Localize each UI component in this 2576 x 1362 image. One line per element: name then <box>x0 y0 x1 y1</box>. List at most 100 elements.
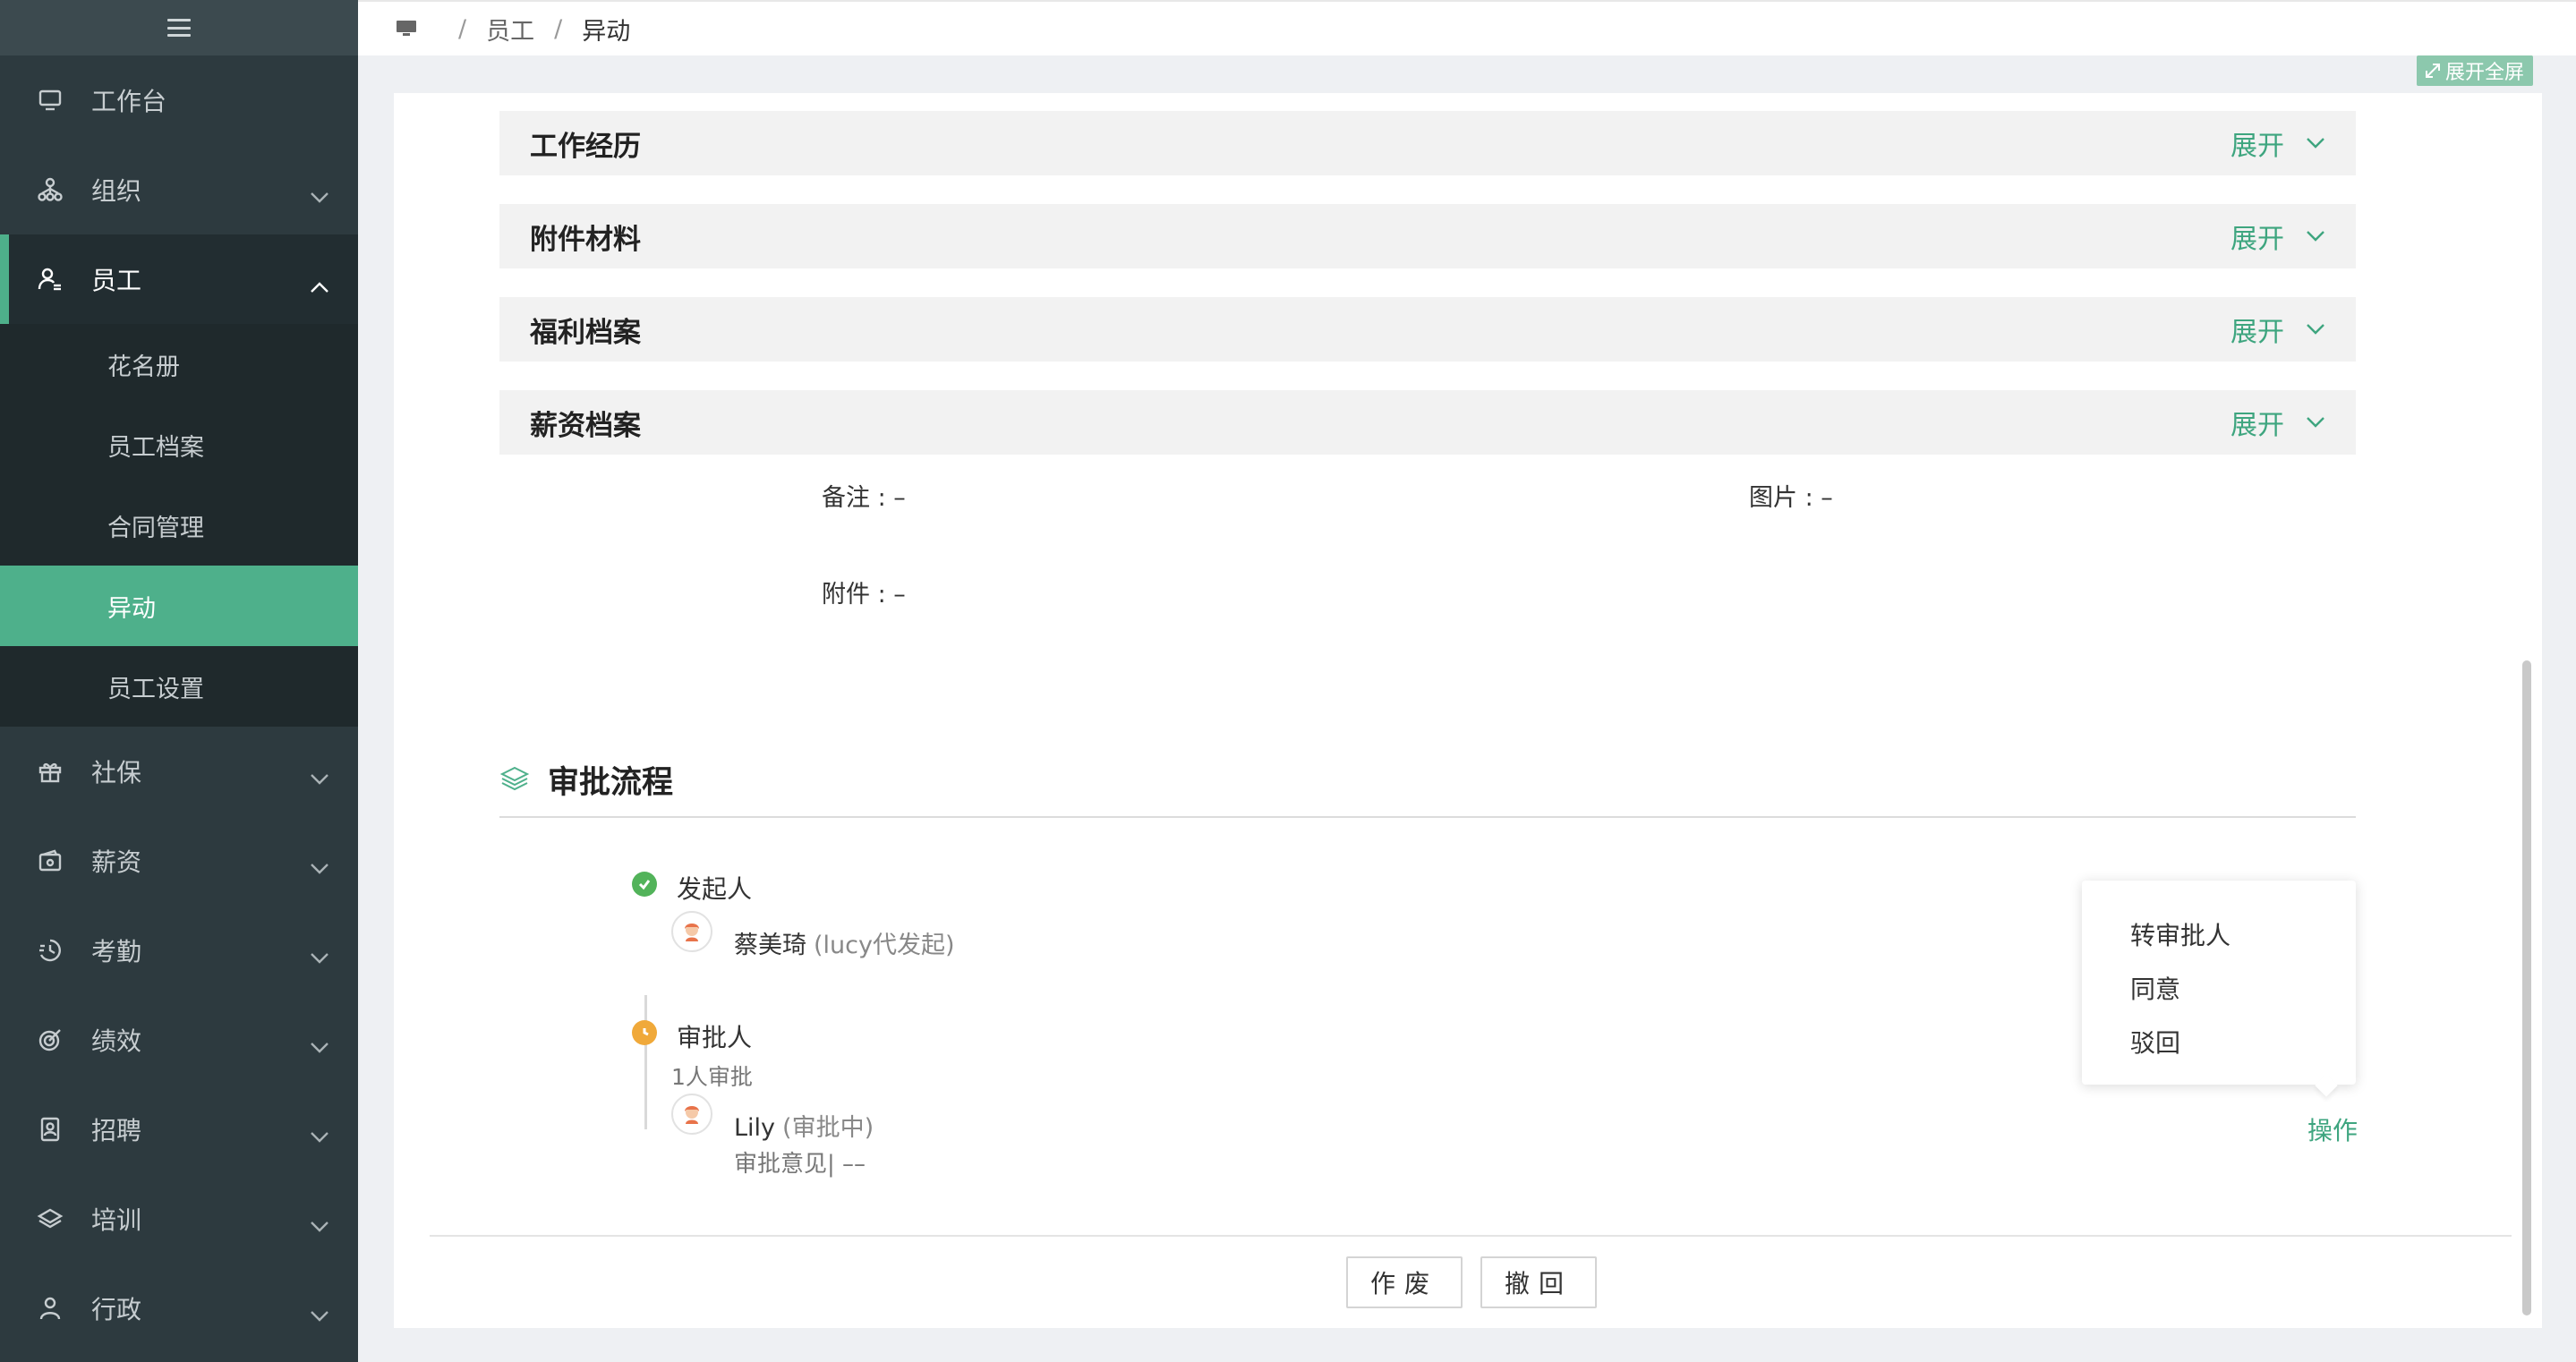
sidebar-item-label: 员工 <box>91 266 142 295</box>
clock-icon <box>632 1020 657 1045</box>
person-icon <box>36 1294 64 1323</box>
sidebar-item-label: 薪资 <box>91 847 142 877</box>
sidebar-item-social-security[interactable]: 社保 <box>0 727 358 816</box>
wallet-icon <box>36 847 64 875</box>
submenu-item-transfer[interactable]: 异动 <box>0 566 358 646</box>
sidebar-item-label: 招聘 <box>91 1116 142 1145</box>
sidebar-item-recruitment[interactable]: 招聘 <box>0 1085 358 1174</box>
sidebar-item-administration[interactable]: 行政 <box>0 1264 358 1353</box>
chevron-up-icon <box>310 270 328 293</box>
sidebar-item-label: 组织 <box>91 176 142 206</box>
chevron-down-icon <box>310 181 328 203</box>
expand-label: 展开 <box>2231 131 2284 162</box>
expand-icon <box>2426 64 2440 78</box>
void-button[interactable]: 作废 <box>1346 1256 1463 1308</box>
section-title: 工作经历 <box>530 130 641 163</box>
fullscreen-button[interactable]: 展开全屏 <box>2417 55 2534 86</box>
expand-toggle[interactable]: 展开 <box>2231 310 2325 349</box>
sidebar-item-organization[interactable]: 组织 <box>0 145 358 234</box>
approver-count: 1人审批 <box>671 1064 753 1090</box>
main-panel: 工作经历 展开 附件材料 展开 福利档案 展开 薪资档案 展开 备注 : – 图… <box>394 93 2542 1328</box>
sidebar: 工作台 组织 员工 花名册 员工档案 合同管理 异动 员工设置 社保 薪资 考勤… <box>0 0 358 1362</box>
section-work-experience[interactable]: 工作经历 展开 <box>499 111 2356 175</box>
approver-comment: 审批意见| –– <box>734 1151 866 1178</box>
approver-name-row: Lily (审批中) <box>734 1108 874 1143</box>
expand-label: 展开 <box>2231 410 2284 441</box>
chevron-down-icon <box>310 941 328 964</box>
section-title: 福利档案 <box>530 316 641 349</box>
breadcrumb: / 员工 / 异动 <box>358 0 2576 55</box>
sidebar-item-label: 行政 <box>91 1295 142 1324</box>
expand-toggle[interactable]: 展开 <box>2231 403 2325 442</box>
breadcrumb-link-employee[interactable]: 员工 <box>486 12 534 47</box>
breadcrumb-separator: / <box>458 14 467 43</box>
expand-toggle[interactable]: 展开 <box>2231 123 2325 163</box>
sidebar-item-salary[interactable]: 薪资 <box>0 816 358 906</box>
sidebar-toggle[interactable] <box>0 0 358 55</box>
initiator-label: 发起人 <box>677 874 753 904</box>
target-icon <box>36 1026 64 1054</box>
chevron-down-icon <box>2307 138 2324 149</box>
approval-flow-title: 审批流程 <box>548 765 674 801</box>
sidebar-item-workbench[interactable]: 工作台 <box>0 55 358 145</box>
submenu-item-employee-settings[interactable]: 员工设置 <box>0 646 358 727</box>
chevron-down-icon <box>310 762 328 785</box>
sidebar-item-attendance[interactable]: 考勤 <box>0 906 358 995</box>
expand-toggle[interactable]: 展开 <box>2231 217 2325 256</box>
breadcrumb-current: 异动 <box>582 17 631 46</box>
expand-label: 展开 <box>2231 224 2284 255</box>
chevron-down-icon <box>310 852 328 874</box>
computer-icon[interactable] <box>396 20 417 38</box>
section-salary[interactable]: 薪资档案 展开 <box>499 390 2356 455</box>
divider <box>430 1235 2512 1237</box>
menu-item-reject[interactable]: 驳回 <box>2082 1015 2356 1068</box>
submenu-item-contract[interactable]: 合同管理 <box>0 485 358 566</box>
section-welfare[interactable]: 福利档案 展开 <box>499 297 2356 362</box>
chevron-down-icon <box>2307 417 2324 428</box>
employee-icon <box>36 265 64 294</box>
chevron-down-icon <box>310 1299 328 1322</box>
operation-link[interactable]: 操作 <box>2307 1111 2358 1147</box>
breadcrumb-separator: / <box>554 14 563 43</box>
sidebar-item-employee[interactable]: 员工 <box>0 234 358 324</box>
section-title: 薪资档案 <box>530 409 641 442</box>
section-title: 附件材料 <box>530 223 641 256</box>
chevron-down-icon <box>310 1031 328 1053</box>
sidebar-item-performance[interactable]: 绩效 <box>0 995 358 1085</box>
avatar <box>671 911 712 952</box>
gift-icon <box>36 757 64 786</box>
menu-item-transfer-approver[interactable]: 转审批人 <box>2082 907 2356 961</box>
initiator-name-row: 蔡美琦 (lucy代发起) <box>734 925 955 960</box>
menu-item-approve[interactable]: 同意 <box>2082 961 2356 1015</box>
withdraw-button[interactable]: 撤回 <box>1480 1256 1597 1308</box>
employee-submenu: 花名册 员工档案 合同管理 异动 员工设置 <box>0 324 358 727</box>
sidebar-item-label: 工作台 <box>91 87 167 116</box>
avatar <box>671 1094 712 1135</box>
layers-icon <box>499 766 530 791</box>
approver-name: Lily <box>734 1114 776 1142</box>
approval-flow-header: 审批流程 <box>499 757 2356 818</box>
check-circle-icon <box>632 872 657 897</box>
chevron-down-icon <box>310 1210 328 1232</box>
section-attachments[interactable]: 附件材料 展开 <box>499 204 2356 268</box>
monitor-icon <box>36 86 64 115</box>
chevron-down-icon <box>2307 231 2324 242</box>
initiator-name: 蔡美琦 <box>734 932 806 959</box>
chevron-down-icon <box>2307 324 2324 335</box>
sidebar-item-label: 社保 <box>91 758 142 787</box>
sidebar-item-label: 培训 <box>91 1205 142 1235</box>
chevron-down-icon <box>310 1120 328 1143</box>
remark-field: 备注 : – <box>822 484 906 512</box>
fullscreen-label: 展开全屏 <box>2445 62 2525 84</box>
sidebar-item-training[interactable]: 培训 <box>0 1174 358 1264</box>
attachment-field: 附件 : – <box>822 581 906 609</box>
clock-icon <box>36 936 64 965</box>
layers-icon <box>36 1205 64 1233</box>
menu-icon[interactable] <box>167 19 191 37</box>
approver-label: 审批人 <box>677 1023 753 1052</box>
sidebar-item-label: 考勤 <box>91 937 142 966</box>
submenu-item-roster[interactable]: 花名册 <box>0 324 358 404</box>
submenu-item-employee-files[interactable]: 员工档案 <box>0 404 358 485</box>
picture-field: 图片 : – <box>1749 484 1833 512</box>
scrollbar-thumb[interactable] <box>2522 660 2531 1315</box>
